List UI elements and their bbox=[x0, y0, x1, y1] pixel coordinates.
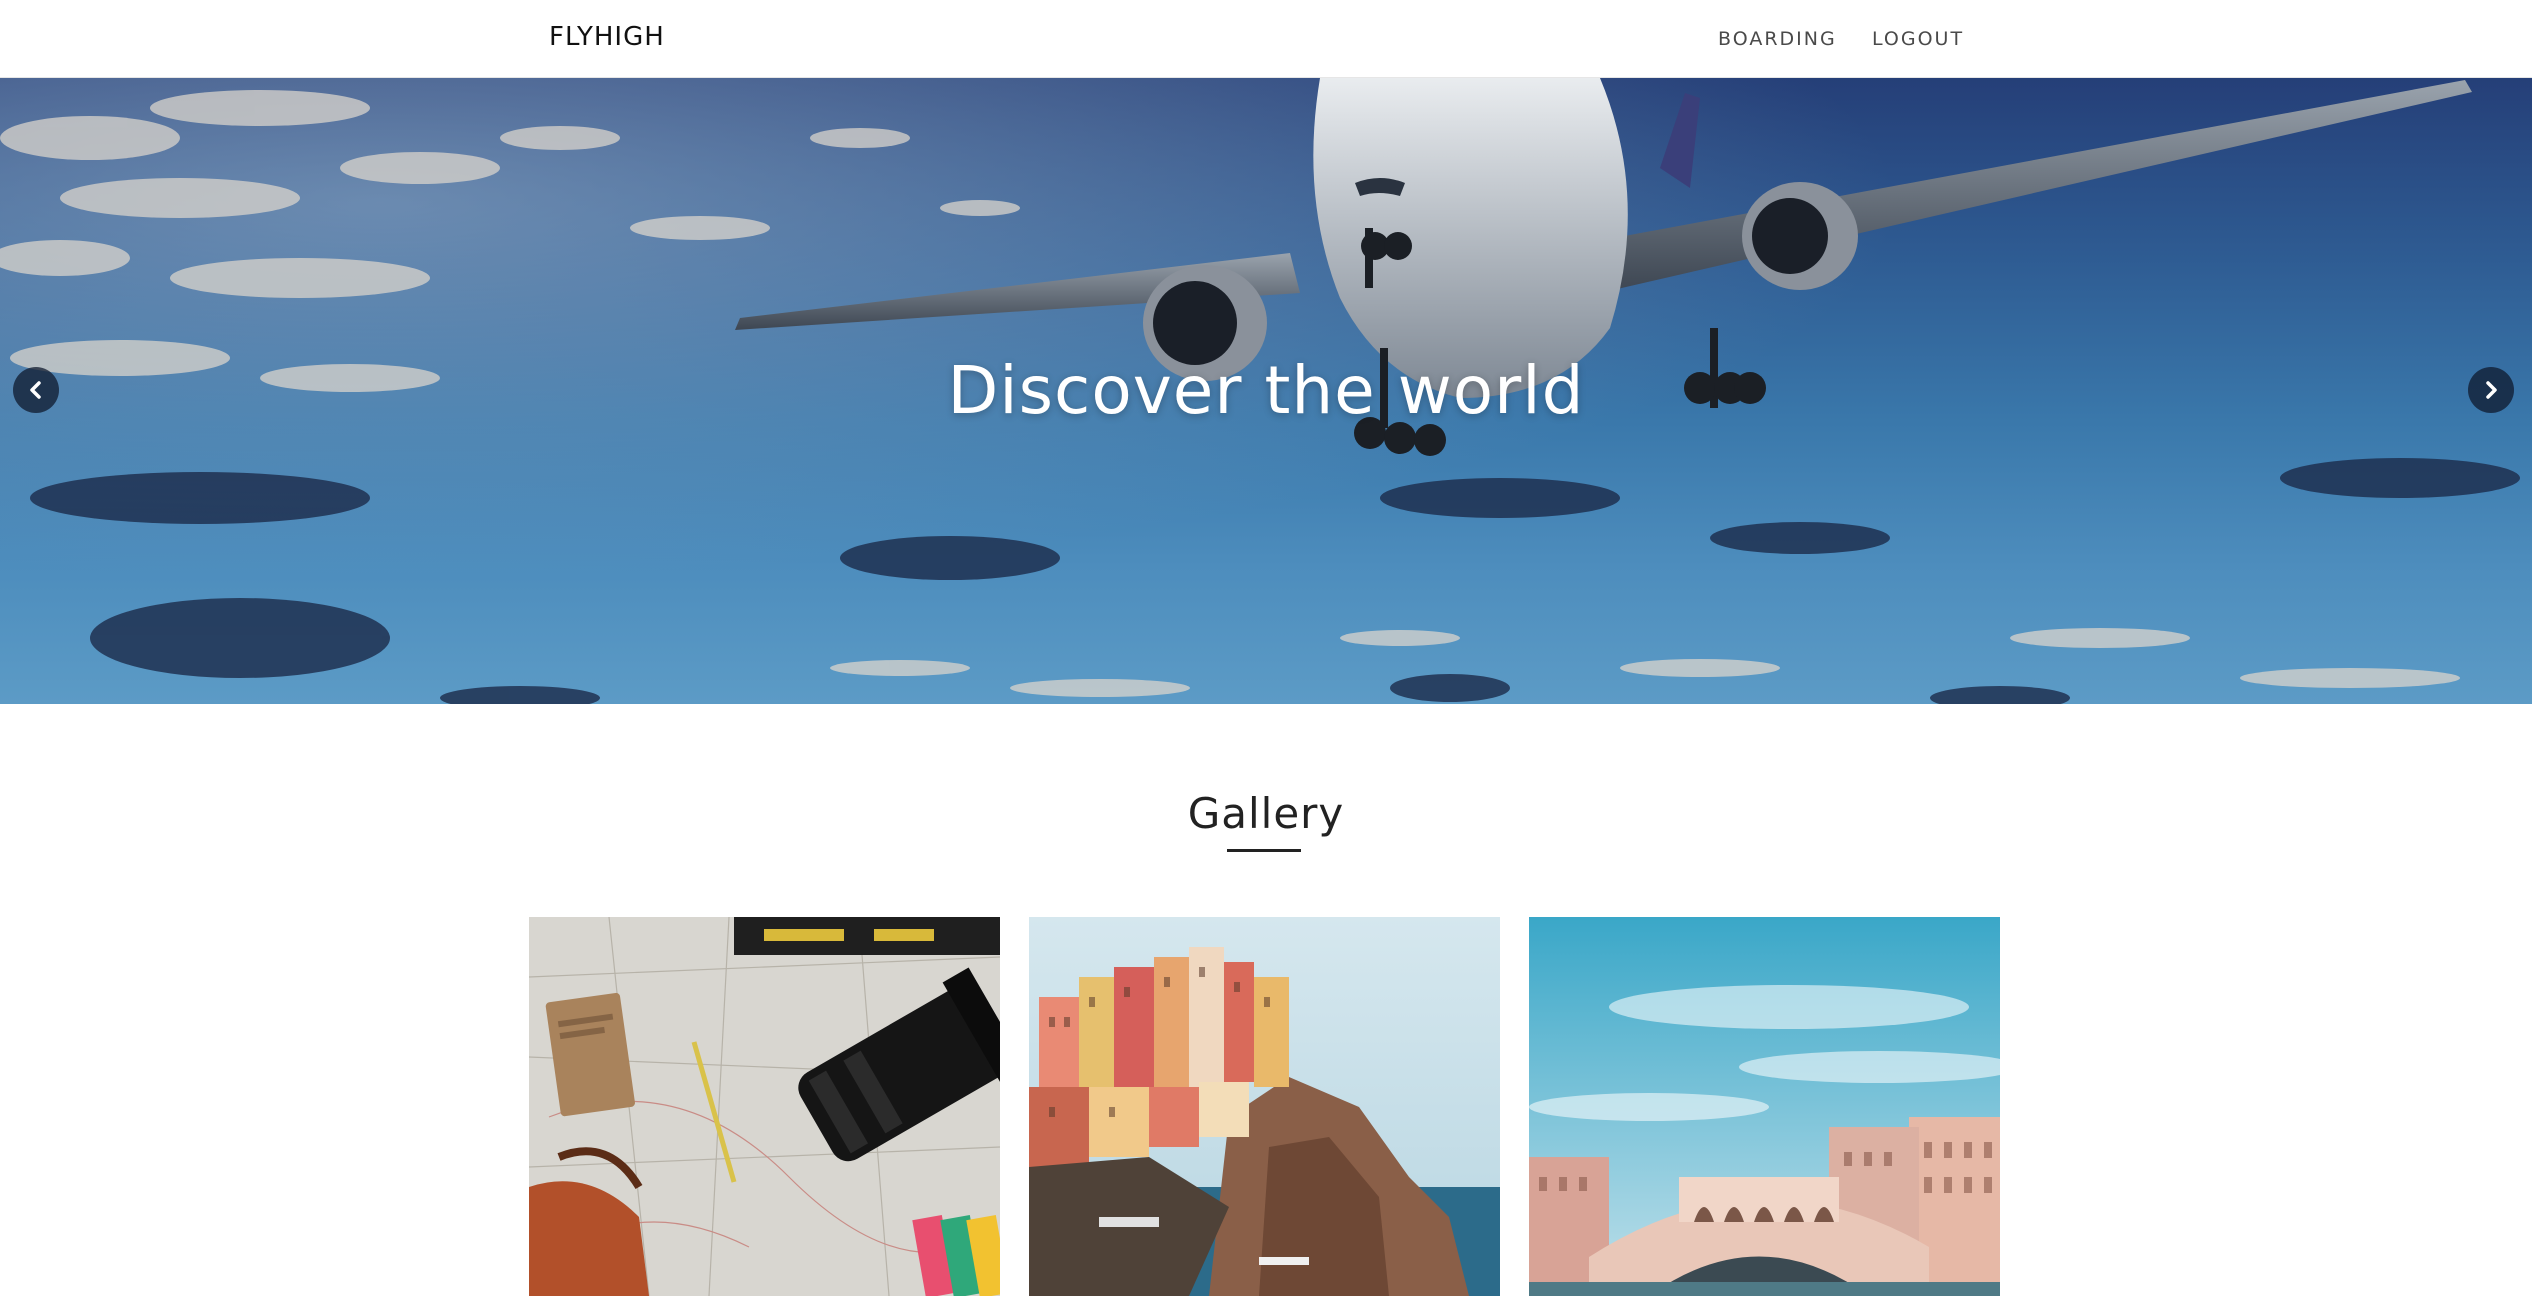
nav-link-boarding[interactable]: BOARDING bbox=[1718, 28, 1837, 50]
brand-logo[interactable]: FLYHIGH bbox=[549, 22, 665, 52]
chevron-right-icon bbox=[2486, 381, 2497, 399]
chevron-left-icon bbox=[30, 381, 41, 399]
hero-carousel: Discover the world bbox=[0, 78, 2532, 704]
gallery-title: Gallery bbox=[1187, 789, 1345, 838]
cliffside-colorful-village-photo bbox=[1029, 917, 1500, 1296]
gallery-image-cliff-village[interactable] bbox=[1029, 917, 1500, 1296]
gallery-title-underline bbox=[1227, 849, 1301, 852]
nav-link-logout[interactable]: LOGOUT bbox=[1872, 28, 1964, 50]
venice-bridge-photo bbox=[1529, 917, 2000, 1296]
top-navbar: FLYHIGH BOARDING LOGOUT bbox=[0, 0, 2532, 78]
travel-map-camera-photo bbox=[529, 917, 1000, 1296]
carousel-prev-button[interactable] bbox=[13, 367, 59, 413]
gallery-image-map-camera[interactable] bbox=[529, 917, 1000, 1296]
carousel-next-button[interactable] bbox=[2468, 367, 2514, 413]
gallery-image-venice-bridge[interactable] bbox=[1529, 917, 2000, 1296]
hero-title: Discover the world bbox=[947, 352, 1585, 429]
